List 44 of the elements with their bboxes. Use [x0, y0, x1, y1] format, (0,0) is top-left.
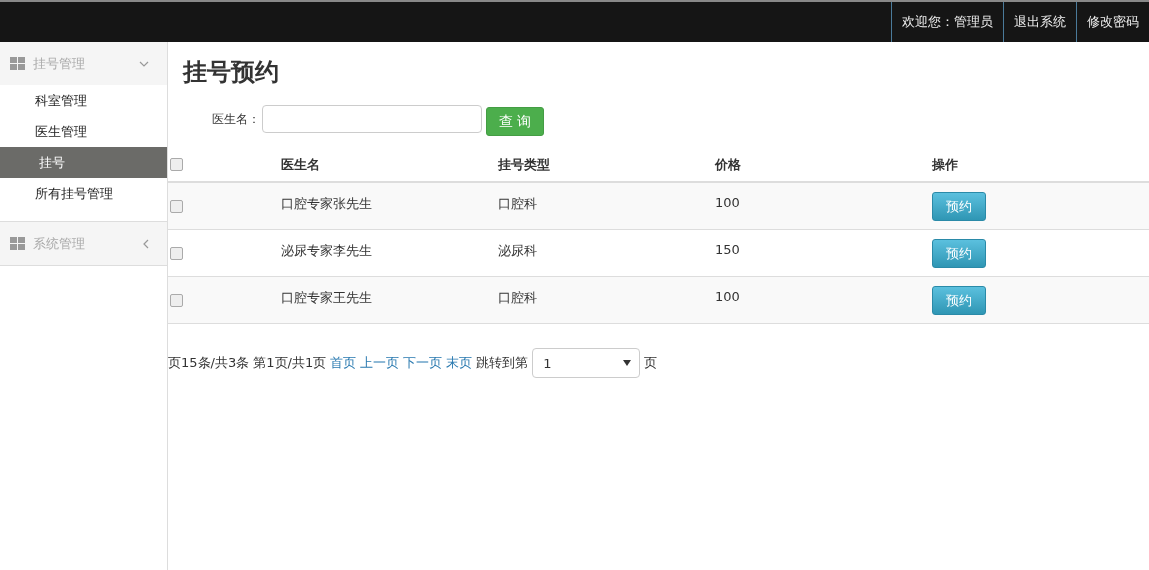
- chevron-down-icon: [139, 60, 149, 67]
- column-header: 价格: [715, 156, 741, 172]
- table-cell: 口腔科: [498, 196, 537, 211]
- sidebar-item[interactable]: 科室管理: [0, 85, 167, 116]
- checkbox[interactable]: [170, 293, 183, 307]
- page-title: 挂号预约: [183, 57, 280, 88]
- chevron-left-icon: [143, 238, 149, 249]
- pagination-link[interactable]: 上一页: [360, 354, 400, 372]
- checkbox[interactable]: [170, 246, 183, 260]
- pagination-link[interactable]: 下一页: [403, 354, 443, 372]
- reserve-button[interactable]: 预约: [932, 239, 986, 268]
- table-cell: 口腔科: [498, 290, 537, 305]
- field-label: 医生名：: [212, 110, 260, 128]
- pagination-link[interactable]: 末页: [446, 354, 473, 372]
- sidebar-item[interactable]: 所有挂号管理: [0, 178, 167, 209]
- checkbox[interactable]: [170, 199, 183, 213]
- table-cell: 泌尿科: [498, 243, 537, 258]
- dropdown-caret-icon: [623, 360, 632, 366]
- page-select[interactable]: 1: [532, 348, 641, 378]
- table-cell: 口腔专家张先生: [281, 196, 372, 211]
- jump-label: 跳转到第: [476, 354, 529, 372]
- table-cell: 100: [715, 289, 740, 304]
- doctor-name-field[interactable]: [262, 105, 482, 133]
- page-suffix: 页: [644, 354, 658, 372]
- search-button[interactable]: 查 询: [486, 107, 544, 136]
- top-bar-link[interactable]: 修改密码: [1076, 2, 1149, 42]
- table-cell: 150: [715, 242, 740, 257]
- column-header: 挂号类型: [498, 156, 550, 172]
- grid-icon: [10, 237, 25, 250]
- pagination-link[interactable]: 首页: [330, 354, 357, 372]
- top-bar-link[interactable]: 欢迎您：管理员: [891, 2, 1003, 42]
- grid-icon: [10, 57, 25, 70]
- checkbox[interactable]: [170, 158, 183, 171]
- reserve-button[interactable]: 预约: [932, 286, 986, 315]
- column-header: 操作: [932, 156, 958, 172]
- sidebar-item[interactable]: 挂号: [0, 147, 167, 178]
- table-cell: 口腔专家王先生: [281, 290, 372, 305]
- reserve-button[interactable]: 预约: [932, 192, 986, 221]
- table-cell: 100: [715, 195, 740, 210]
- pagination-summary: 页15条/共3条 第1页/共1页: [168, 354, 327, 372]
- sidebar-item[interactable]: 医生管理: [0, 116, 167, 147]
- column-header: 医生名: [281, 156, 320, 172]
- top-bar-link[interactable]: 退出系统: [1003, 2, 1076, 42]
- table-cell: 泌尿专家李先生: [281, 243, 372, 258]
